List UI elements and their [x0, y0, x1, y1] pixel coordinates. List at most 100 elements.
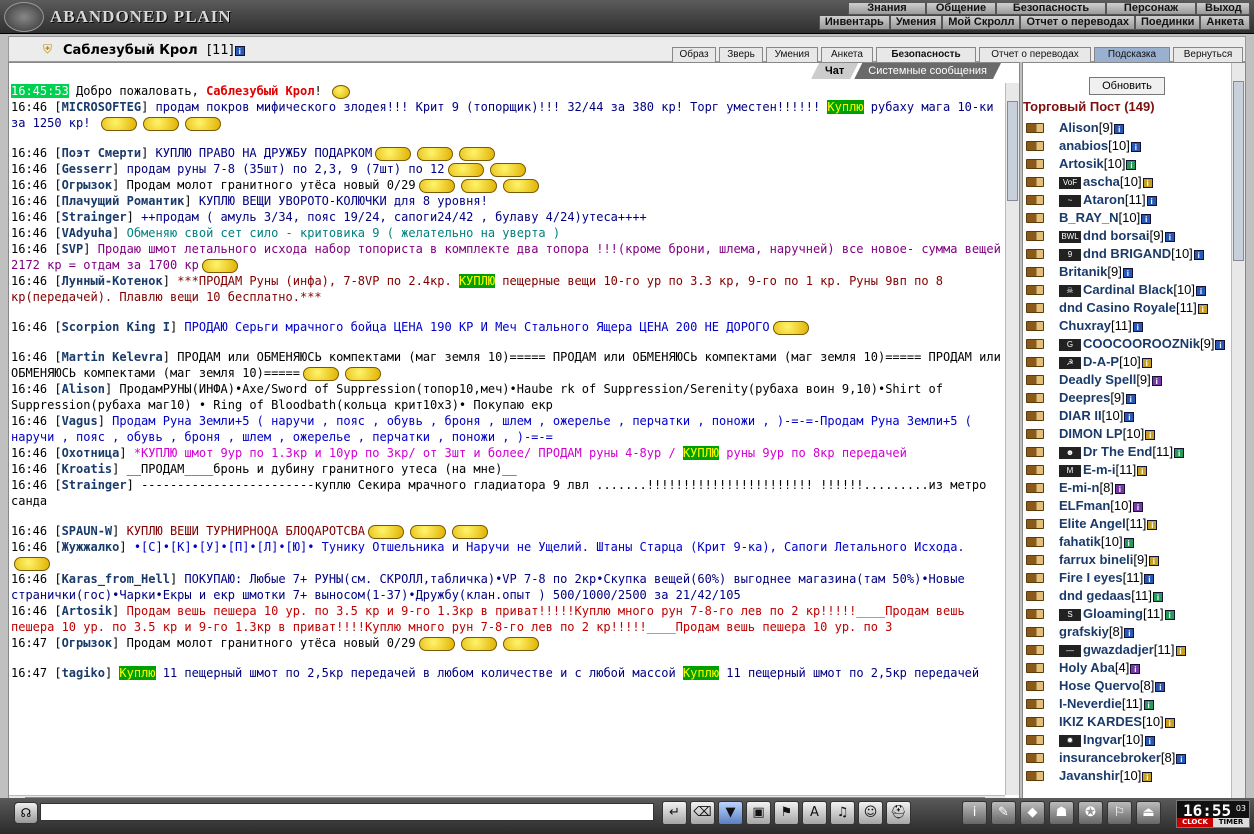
player-info-icon[interactable]: i [1144, 735, 1155, 746]
tab-char-0[interactable]: Образ [672, 47, 716, 62]
private-message-icon[interactable] [1026, 285, 1044, 295]
clan-icon[interactable]: M [1059, 464, 1081, 477]
player-name[interactable]: ascha [1083, 174, 1120, 189]
translit-icon[interactable]: A [802, 801, 827, 825]
player-info-icon[interactable]: i [1123, 537, 1134, 548]
player-item[interactable]: E-mi-n[8] i [1023, 479, 1231, 497]
private-message-icon[interactable] [1026, 447, 1044, 457]
player-info-icon[interactable]: i [1141, 213, 1152, 224]
player-item[interactable]: Deepres[9] i [1023, 389, 1231, 407]
player-item[interactable]: ☻ Dr The End[11] i [1023, 443, 1231, 461]
private-message-icon[interactable] [1026, 501, 1044, 511]
run-icon[interactable]: ⚑ [774, 801, 799, 825]
private-message-icon[interactable] [1026, 411, 1044, 421]
player-name[interactable]: Deadly Spell [1059, 372, 1136, 387]
private-message-icon[interactable] [1026, 771, 1044, 781]
private-message-icon[interactable] [1026, 195, 1044, 205]
player-item[interactable]: Chuxray[11] i [1023, 317, 1231, 335]
player-info-icon[interactable]: i [1130, 663, 1141, 674]
player-info-icon[interactable]: i [1197, 303, 1208, 314]
player-info-icon[interactable]: i [1122, 267, 1133, 278]
player-info-icon[interactable]: i [1130, 141, 1141, 152]
private-message-icon[interactable] [1026, 303, 1044, 313]
player-info-icon[interactable]: i [1155, 681, 1166, 692]
player-item[interactable]: dnd gedaas[11] i [1023, 587, 1231, 605]
player-item[interactable]: 9 dnd BRIGAND[10] i [1023, 245, 1231, 263]
player-item[interactable]: ✹ Ingvar[10] i [1023, 731, 1231, 749]
player-info-icon[interactable]: i [234, 45, 245, 56]
player-info-icon[interactable]: i [1114, 483, 1125, 494]
player-item[interactable]: dnd Casino Royale[11] i [1023, 299, 1231, 317]
message-author[interactable]: VAdyuha [62, 226, 113, 240]
player-name[interactable]: farrux bineli [1059, 552, 1133, 567]
player-name[interactable]: Alison [1059, 120, 1099, 135]
subnav-0[interactable]: Инвентарь [818, 16, 890, 30]
player-item[interactable]: Elite Angel[11] i [1023, 515, 1231, 533]
tab-system-messages[interactable]: Системные сообщения [854, 63, 1001, 79]
subnav-4[interactable]: Поединки [1135, 16, 1201, 30]
player-item[interactable]: ☭ D-A-P[10] i [1023, 353, 1231, 371]
player-info-icon[interactable]: i [1164, 231, 1175, 242]
private-message-icon[interactable] [1026, 627, 1044, 637]
eraser-icon[interactable]: ⌫ [690, 801, 715, 825]
player-info-icon[interactable]: i [1164, 717, 1175, 728]
clan-icon[interactable]: G [1059, 338, 1081, 351]
chat-vertical-scrollbar[interactable] [1005, 83, 1019, 795]
clan-icon[interactable]: ~ [1059, 194, 1081, 207]
private-message-icon[interactable] [1026, 645, 1044, 655]
player-item[interactable]: Artosik[10] i [1023, 155, 1231, 173]
player-info-icon[interactable]: i [1142, 771, 1153, 782]
player-info-icon[interactable]: i [1147, 519, 1158, 530]
player-info-icon[interactable]: i [1124, 627, 1135, 638]
player-item[interactable]: ELFman[10] i [1023, 497, 1231, 515]
player-info-icon[interactable]: i [1126, 159, 1137, 170]
nav-1[interactable]: Общение [926, 2, 996, 15]
filter-icon[interactable]: ▼ [718, 801, 743, 825]
private-message-icon[interactable] [1026, 699, 1044, 709]
subnav-2[interactable]: Мой Скролл [942, 16, 1021, 30]
player-item[interactable]: I-Neverdie[11] i [1023, 695, 1231, 713]
player-item[interactable]: insurancebroker[8] i [1023, 749, 1231, 767]
player-info-icon[interactable]: i [1143, 699, 1154, 710]
player-info-icon[interactable]: i [1151, 375, 1162, 386]
player-name[interactable]: grafskiy [1059, 624, 1109, 639]
clan-icon[interactable]: VoF [1059, 176, 1081, 189]
private-message-icon[interactable] [1026, 141, 1044, 151]
player-name[interactable]: fahatik [1059, 534, 1101, 549]
clan-icon[interactable]: ✪ [1078, 801, 1103, 825]
message-author[interactable]: Лунный-Котенок [62, 274, 163, 288]
tab-char-3[interactable]: Анкета [821, 47, 873, 62]
message-author[interactable]: Kroatis [62, 462, 113, 476]
private-message-icon[interactable] [1026, 519, 1044, 529]
player-info-icon[interactable]: i [1152, 591, 1163, 602]
player-info-icon[interactable]: i [1141, 357, 1152, 368]
clan-icon[interactable]: BWL [1059, 230, 1081, 243]
private-message-icon[interactable] [1026, 609, 1044, 619]
player-info-icon[interactable]: i [1145, 429, 1156, 440]
player-info-icon[interactable]: i [1176, 753, 1187, 764]
message-author[interactable]: Охотница [62, 446, 120, 460]
tab-char-1[interactable]: Зверь [719, 47, 763, 62]
player-name[interactable]: Artosik [1059, 156, 1104, 171]
private-message-icon[interactable] [1026, 357, 1044, 367]
player-item[interactable]: ☠ Cardinal Black[10] i [1023, 281, 1231, 299]
tab-char-4[interactable]: Безопасность [876, 47, 976, 62]
tab-char-6[interactable]: Подсказка [1094, 47, 1170, 62]
player-info-icon[interactable]: i [1142, 177, 1153, 188]
player-info-icon[interactable]: i [1137, 465, 1148, 476]
player-info-icon[interactable]: i [1174, 447, 1185, 458]
player-name[interactable]: Chuxray [1059, 318, 1111, 333]
message-author[interactable]: Жужжалко [62, 540, 120, 554]
private-message-icon[interactable] [1026, 735, 1044, 745]
message-author[interactable]: Плачущий Романтик [62, 194, 185, 208]
private-message-icon[interactable] [1026, 213, 1044, 223]
player-item[interactable]: G COOCOOROOZNik[9] i [1023, 335, 1231, 353]
player-name[interactable]: dnd Casino Royale [1059, 300, 1176, 315]
nav-4[interactable]: Выход [1196, 2, 1250, 15]
player-info-icon[interactable]: i [1164, 609, 1175, 620]
player-name[interactable]: D-A-P [1083, 354, 1119, 369]
message-author[interactable]: Strainger [62, 210, 127, 224]
message-author[interactable]: SVP [62, 242, 84, 256]
message-author[interactable]: SPAUN-W [62, 524, 113, 538]
player-item[interactable]: Britanik[9] i [1023, 263, 1231, 281]
